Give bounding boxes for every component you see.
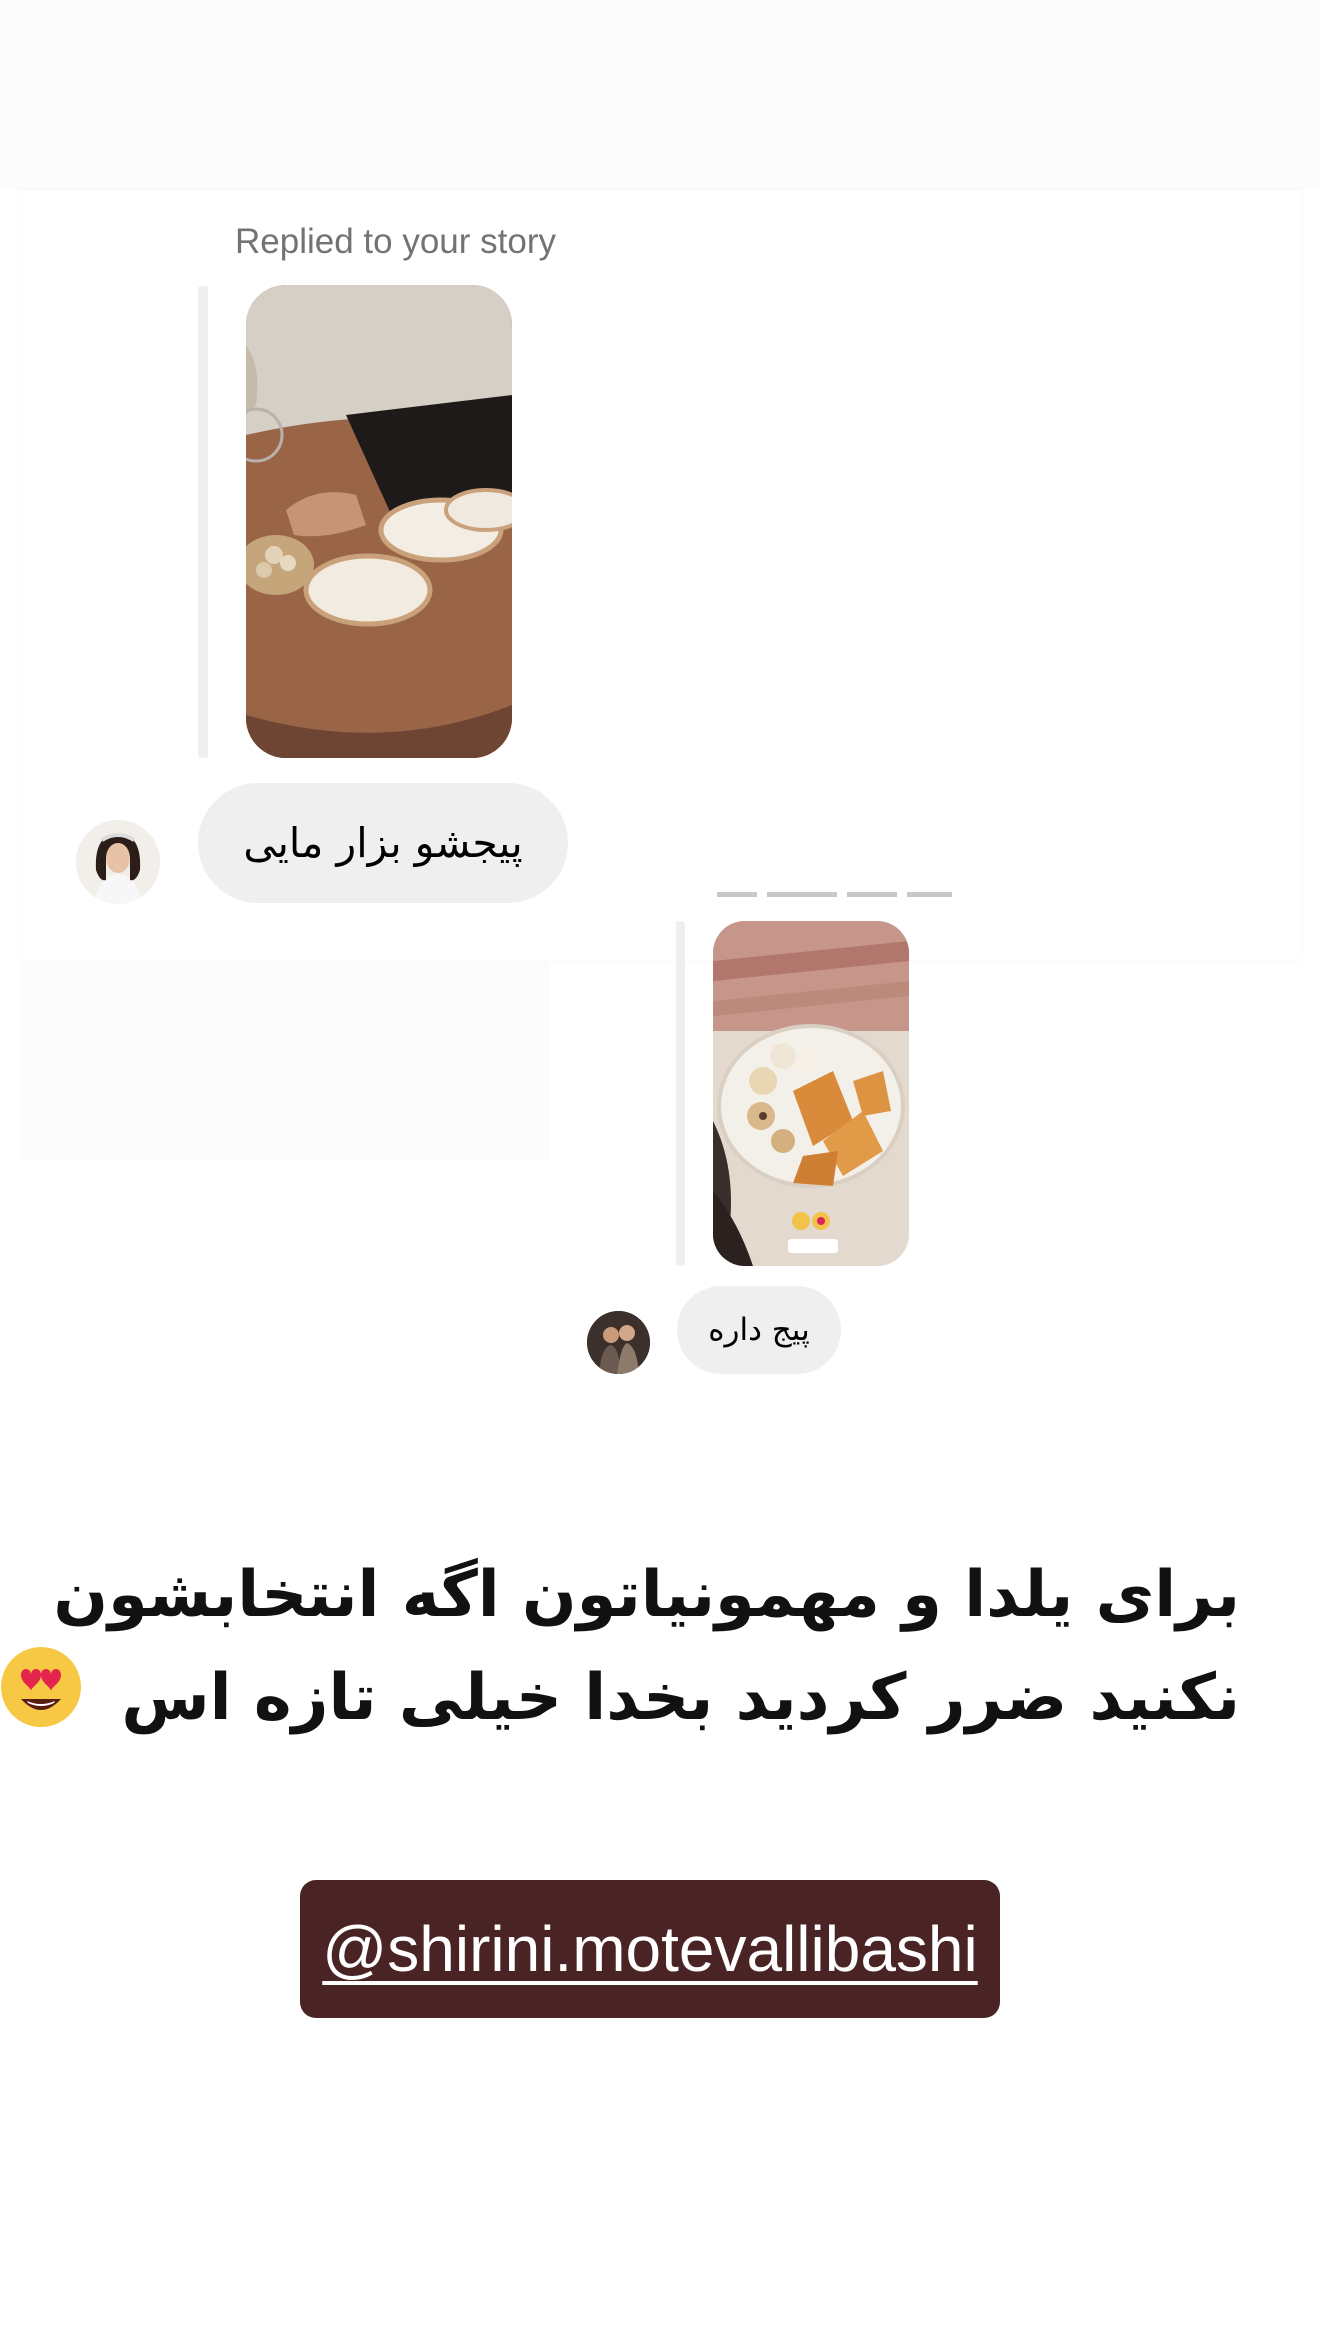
received-message-bubble[interactable]: پیجشو بزار مایی <box>198 783 568 903</box>
story-caption: برای یلدا و مهمونیاتون اگه انتخابشون نکن… <box>1 1545 1240 1758</box>
caption-line-2-wrap: نکنید ضرر کردید بخدا خیلی تازه اس <box>1 1645 1240 1758</box>
story-quote-bar <box>198 286 208 758</box>
mention-handle[interactable]: @shirini.motevallibashi <box>300 1880 1000 2018</box>
top-background <box>0 0 1320 190</box>
story-pastries-image <box>713 921 909 1266</box>
sender-avatar[interactable] <box>76 820 160 904</box>
replied-to-story-label: Replied to your story <box>235 222 556 261</box>
avatar-couple-image <box>587 1311 650 1374</box>
heart-eyes-icon <box>0 1645 83 1758</box>
story-thumbnail-dishes[interactable] <box>246 285 512 758</box>
cutoff-text-fragment <box>717 892 952 897</box>
caption-line-2: نکنید ضرر کردید بخدا خیلی تازه اس <box>121 1661 1240 1736</box>
faint-background-block <box>20 960 550 1160</box>
story-quote-bar-2 <box>676 921 685 1266</box>
story-dishes-image <box>246 285 512 758</box>
cutoff-reply-label <box>717 888 967 902</box>
story-thumbnail-pastries[interactable] <box>713 921 909 1266</box>
received-message-bubble-2[interactable]: پیج داره <box>677 1286 841 1374</box>
caption-line-1: برای یلدا و مهمونیاتون اگه انتخابشون <box>53 1558 1240 1632</box>
avatar-girl-image <box>76 820 160 904</box>
sender-avatar-2[interactable] <box>587 1311 650 1374</box>
